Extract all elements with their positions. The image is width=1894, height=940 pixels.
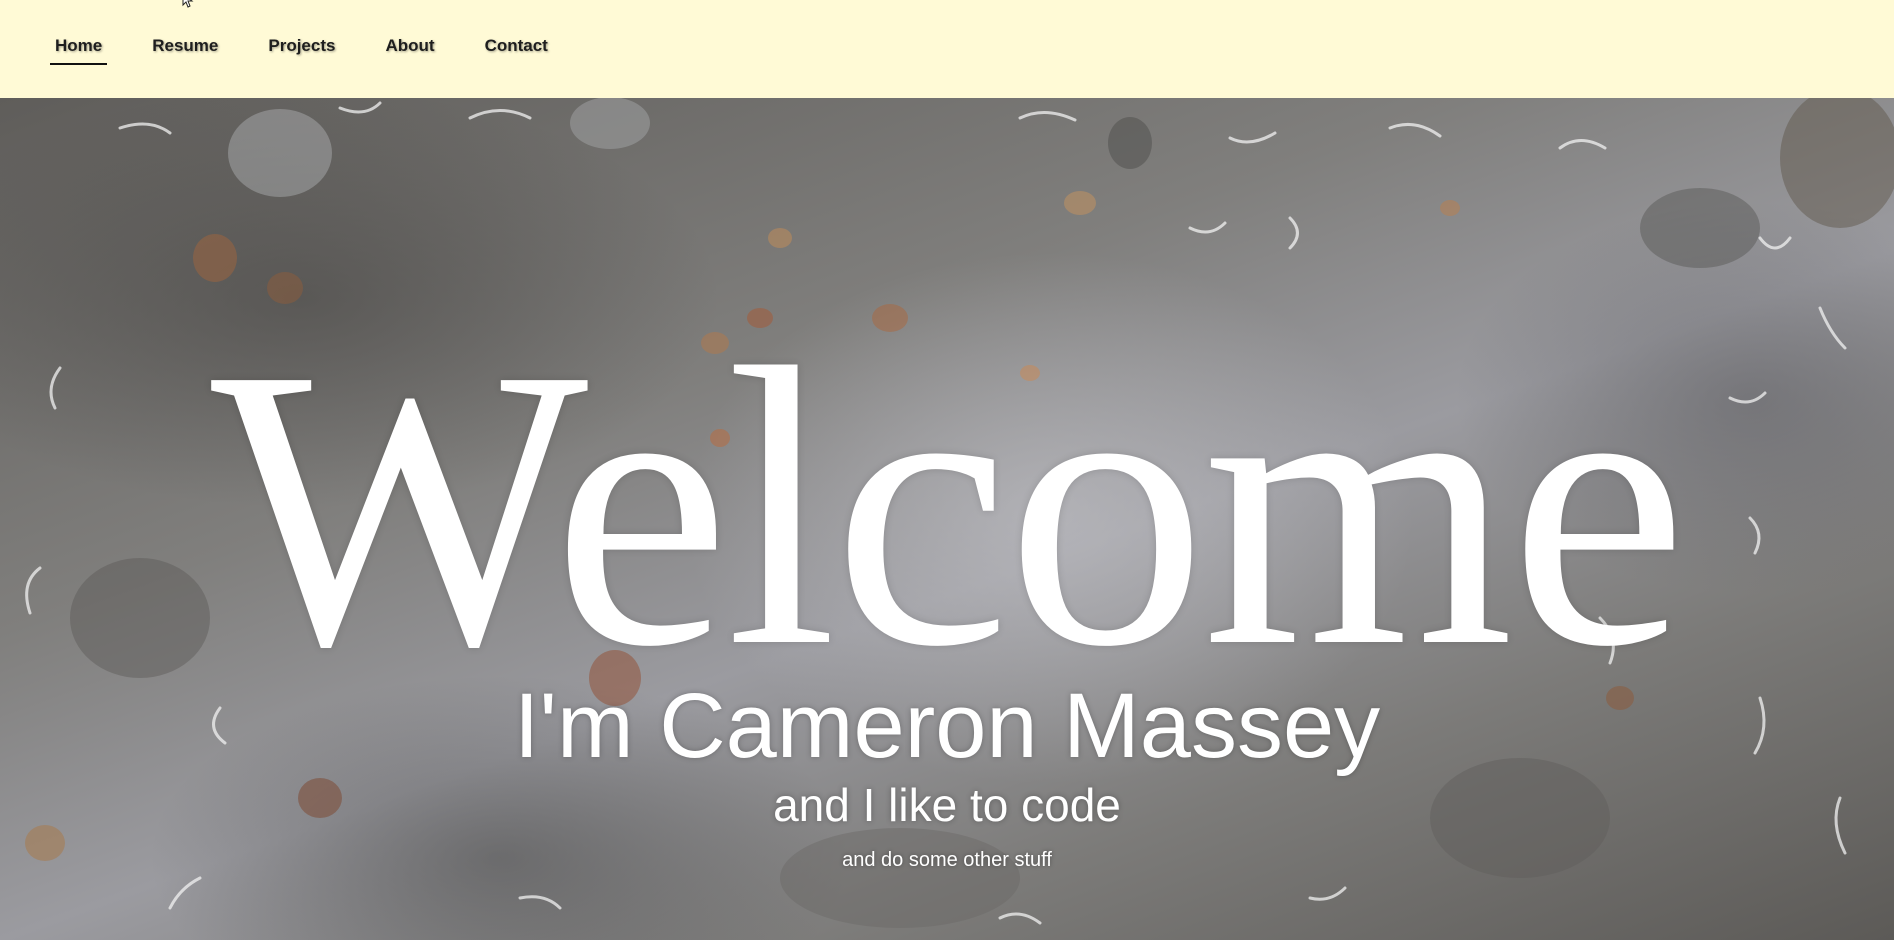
mouse-pointer-icon (182, 0, 194, 8)
sub-tagline: and do some other stuff (842, 849, 1052, 871)
top-navigation-bar: Home Resume Projects About Contact (0, 0, 1894, 98)
nav-resume-link[interactable]: Resume (147, 36, 223, 63)
nav-contact-link[interactable]: Contact (480, 36, 553, 63)
name-heading: I'm Cameron Massey (513, 675, 1381, 777)
welcome-heading: Welcome (210, 286, 1687, 729)
hero-section: Welcome I'm Cameron Massey and I like to… (0, 98, 1894, 940)
nav-about-link[interactable]: About (380, 36, 439, 63)
nav-home-link[interactable]: Home (50, 36, 108, 65)
main-nav: Home Resume Projects About Contact (50, 36, 593, 65)
hero-text-block: Welcome I'm Cameron Massey and I like to… (0, 98, 1894, 940)
tagline: and I like to code (773, 779, 1121, 831)
nav-projects-link[interactable]: Projects (263, 36, 340, 63)
